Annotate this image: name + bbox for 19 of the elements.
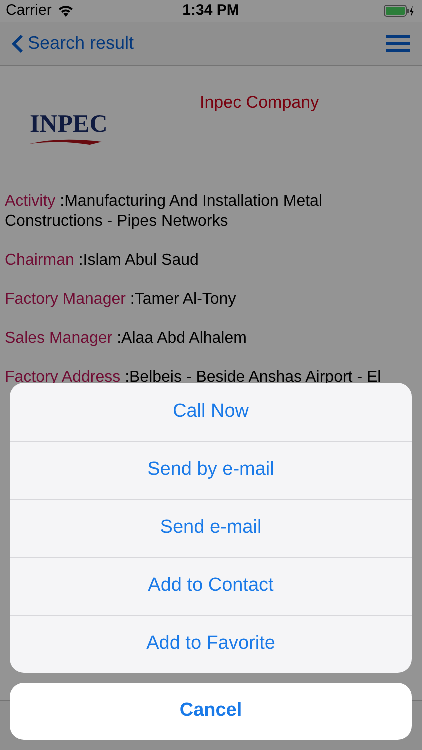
- action-item[interactable]: Send by e-mail: [10, 441, 412, 499]
- time-label: 1:34 PM: [182, 0, 240, 21]
- company-name: Inpec Company: [200, 92, 320, 114]
- wifi-icon: [58, 5, 74, 17]
- action-item[interactable]: Send e-mail: [10, 499, 412, 557]
- menu-icon[interactable]: [386, 34, 410, 52]
- company-logo: INPEC: [30, 112, 109, 138]
- info-field: Factory Manager :Tamer Al-Tony: [5, 290, 417, 310]
- info-field: Activity :Manufacturing And Installation Metal Constructions - Pipes Networks: [5, 192, 417, 232]
- battery-icon: [384, 4, 416, 18]
- back-button[interactable]: Search result: [12, 30, 134, 57]
- cancel-button[interactable]: Cancel: [10, 683, 412, 740]
- back-chevron-icon: [12, 34, 24, 54]
- swoosh-icon: [30, 138, 102, 146]
- action-item[interactable]: Add to Favorite: [10, 615, 412, 673]
- carrier-label: Carrier: [6, 0, 52, 21]
- info-field: Sales Manager :Alaa Abd Alhalem: [5, 329, 417, 349]
- action-item[interactable]: Add to Contact: [10, 557, 412, 615]
- info-field: Chairman :Islam Abul Saud: [5, 251, 417, 271]
